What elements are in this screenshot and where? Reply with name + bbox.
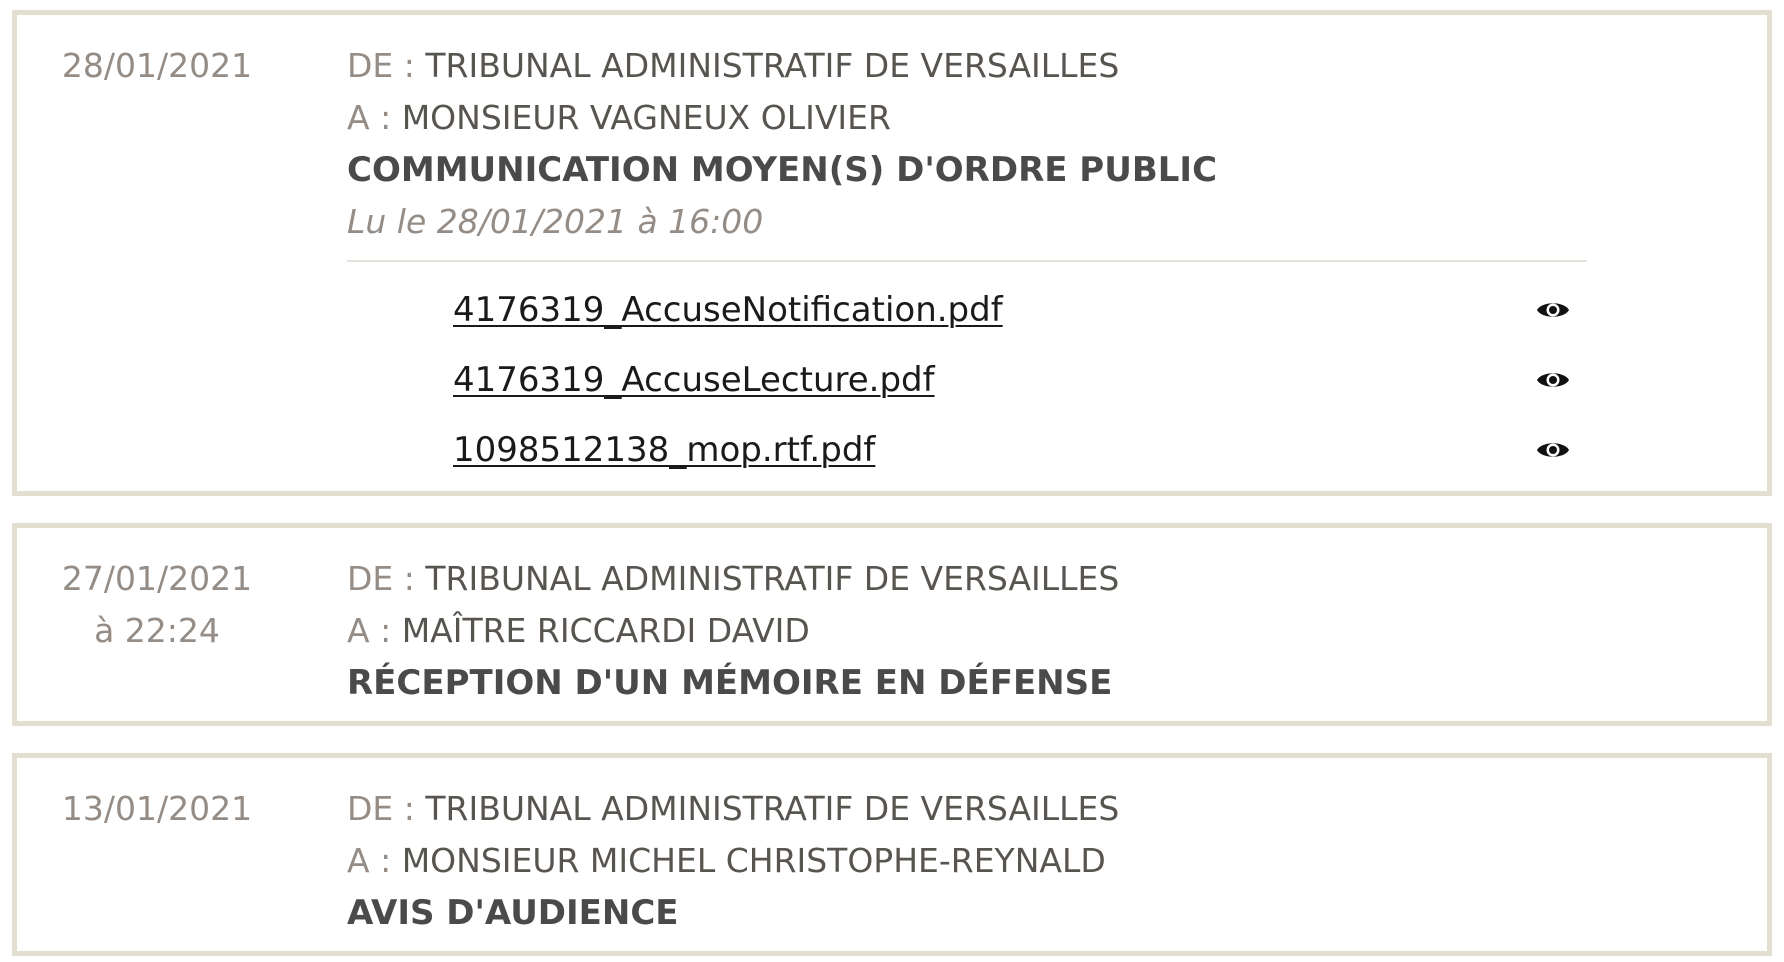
recipient-line: A : MAÎTRE RICCARDI DAVID <box>347 605 1607 657</box>
message-date-value: 13/01/2021 <box>61 789 253 828</box>
recipient-prefix: A : <box>347 841 392 880</box>
message-date: 13/01/2021 <box>57 783 257 835</box>
message-date-value: 28/01/2021 <box>61 46 253 85</box>
message-date: 28/01/2021 <box>57 40 257 92</box>
sender-line: DE : TRIBUNAL ADMINISTRATIF DE VERSAILLE… <box>347 40 1607 92</box>
sender-line: DE : TRIBUNAL ADMINISTRATIF DE VERSAILLE… <box>347 553 1607 605</box>
read-status: Lu le 28/01/2021 à 16:00 <box>347 202 764 241</box>
sender-prefix: DE : <box>347 789 415 828</box>
message-subject: RÉCEPTION D'UN MÉMOIRE EN DÉFENSE <box>347 663 1113 703</box>
sender-name: TRIBUNAL ADMINISTRATIF DE VERSAILLES <box>425 46 1120 85</box>
recipient-prefix: A : <box>347 98 392 137</box>
recipient-name: MONSIEUR MICHEL CHRISTOPHE-REYNALD <box>401 841 1106 880</box>
message-card: 13/01/2021 DE : TRIBUNAL ADMINISTRATIF D… <box>12 753 1772 956</box>
message-subject: AVIS D'AUDIENCE <box>347 893 679 933</box>
message-date: 27/01/2021 à 22:24 <box>57 553 257 657</box>
recipient-line: A : MONSIEUR VAGNEUX OLIVIER <box>347 92 1607 144</box>
sender-line: DE : TRIBUNAL ADMINISTRATIF DE VERSAILLE… <box>347 783 1607 835</box>
message-details: DE : TRIBUNAL ADMINISTRATIF DE VERSAILLE… <box>347 40 1607 248</box>
attachment-link[interactable]: 4176319_AccuseNotification.pdf <box>453 286 1003 334</box>
attachment-row: 4176319_AccuseLecture.pdf <box>453 350 1573 420</box>
sender-name: TRIBUNAL ADMINISTRATIF DE VERSAILLES <box>425 559 1120 598</box>
sender-prefix: DE : <box>347 559 415 598</box>
recipient-name: MAÎTRE RICCARDI DAVID <box>401 611 810 650</box>
attachment-list: 4176319_AccuseNotification.pdf 4176319_A… <box>453 280 1573 490</box>
attachment-row: 1098512138_mop.rtf.pdf <box>453 420 1573 490</box>
attachment-row: 4176319_AccuseNotification.pdf <box>453 280 1573 350</box>
eye-icon[interactable] <box>1533 432 1573 468</box>
sender-name: TRIBUNAL ADMINISTRATIF DE VERSAILLES <box>425 789 1120 828</box>
message-card: 28/01/2021 DE : TRIBUNAL ADMINISTRATIF D… <box>12 10 1772 496</box>
message-details: DE : TRIBUNAL ADMINISTRATIF DE VERSAILLE… <box>347 553 1607 709</box>
recipient-prefix: A : <box>347 611 392 650</box>
attachment-link[interactable]: 1098512138_mop.rtf.pdf <box>453 426 875 474</box>
message-details: DE : TRIBUNAL ADMINISTRATIF DE VERSAILLE… <box>347 783 1607 939</box>
sender-prefix: DE : <box>347 46 415 85</box>
recipient-line: A : MONSIEUR MICHEL CHRISTOPHE-REYNALD <box>347 835 1607 887</box>
attachment-link[interactable]: 4176319_AccuseLecture.pdf <box>453 356 935 404</box>
eye-icon[interactable] <box>1533 292 1573 328</box>
message-subject: COMMUNICATION MOYEN(S) D'ORDRE PUBLIC <box>347 150 1218 190</box>
recipient-name: MONSIEUR VAGNEUX OLIVIER <box>401 98 891 137</box>
attachments-divider <box>347 260 1587 262</box>
message-card: 27/01/2021 à 22:24 DE : TRIBUNAL ADMINIS… <box>12 523 1772 726</box>
message-feed: 28/01/2021 DE : TRIBUNAL ADMINISTRATIF D… <box>0 0 1784 962</box>
message-time-value: à 22:24 <box>94 611 220 650</box>
message-date-value: 27/01/2021 <box>61 559 253 598</box>
eye-icon[interactable] <box>1533 362 1573 398</box>
